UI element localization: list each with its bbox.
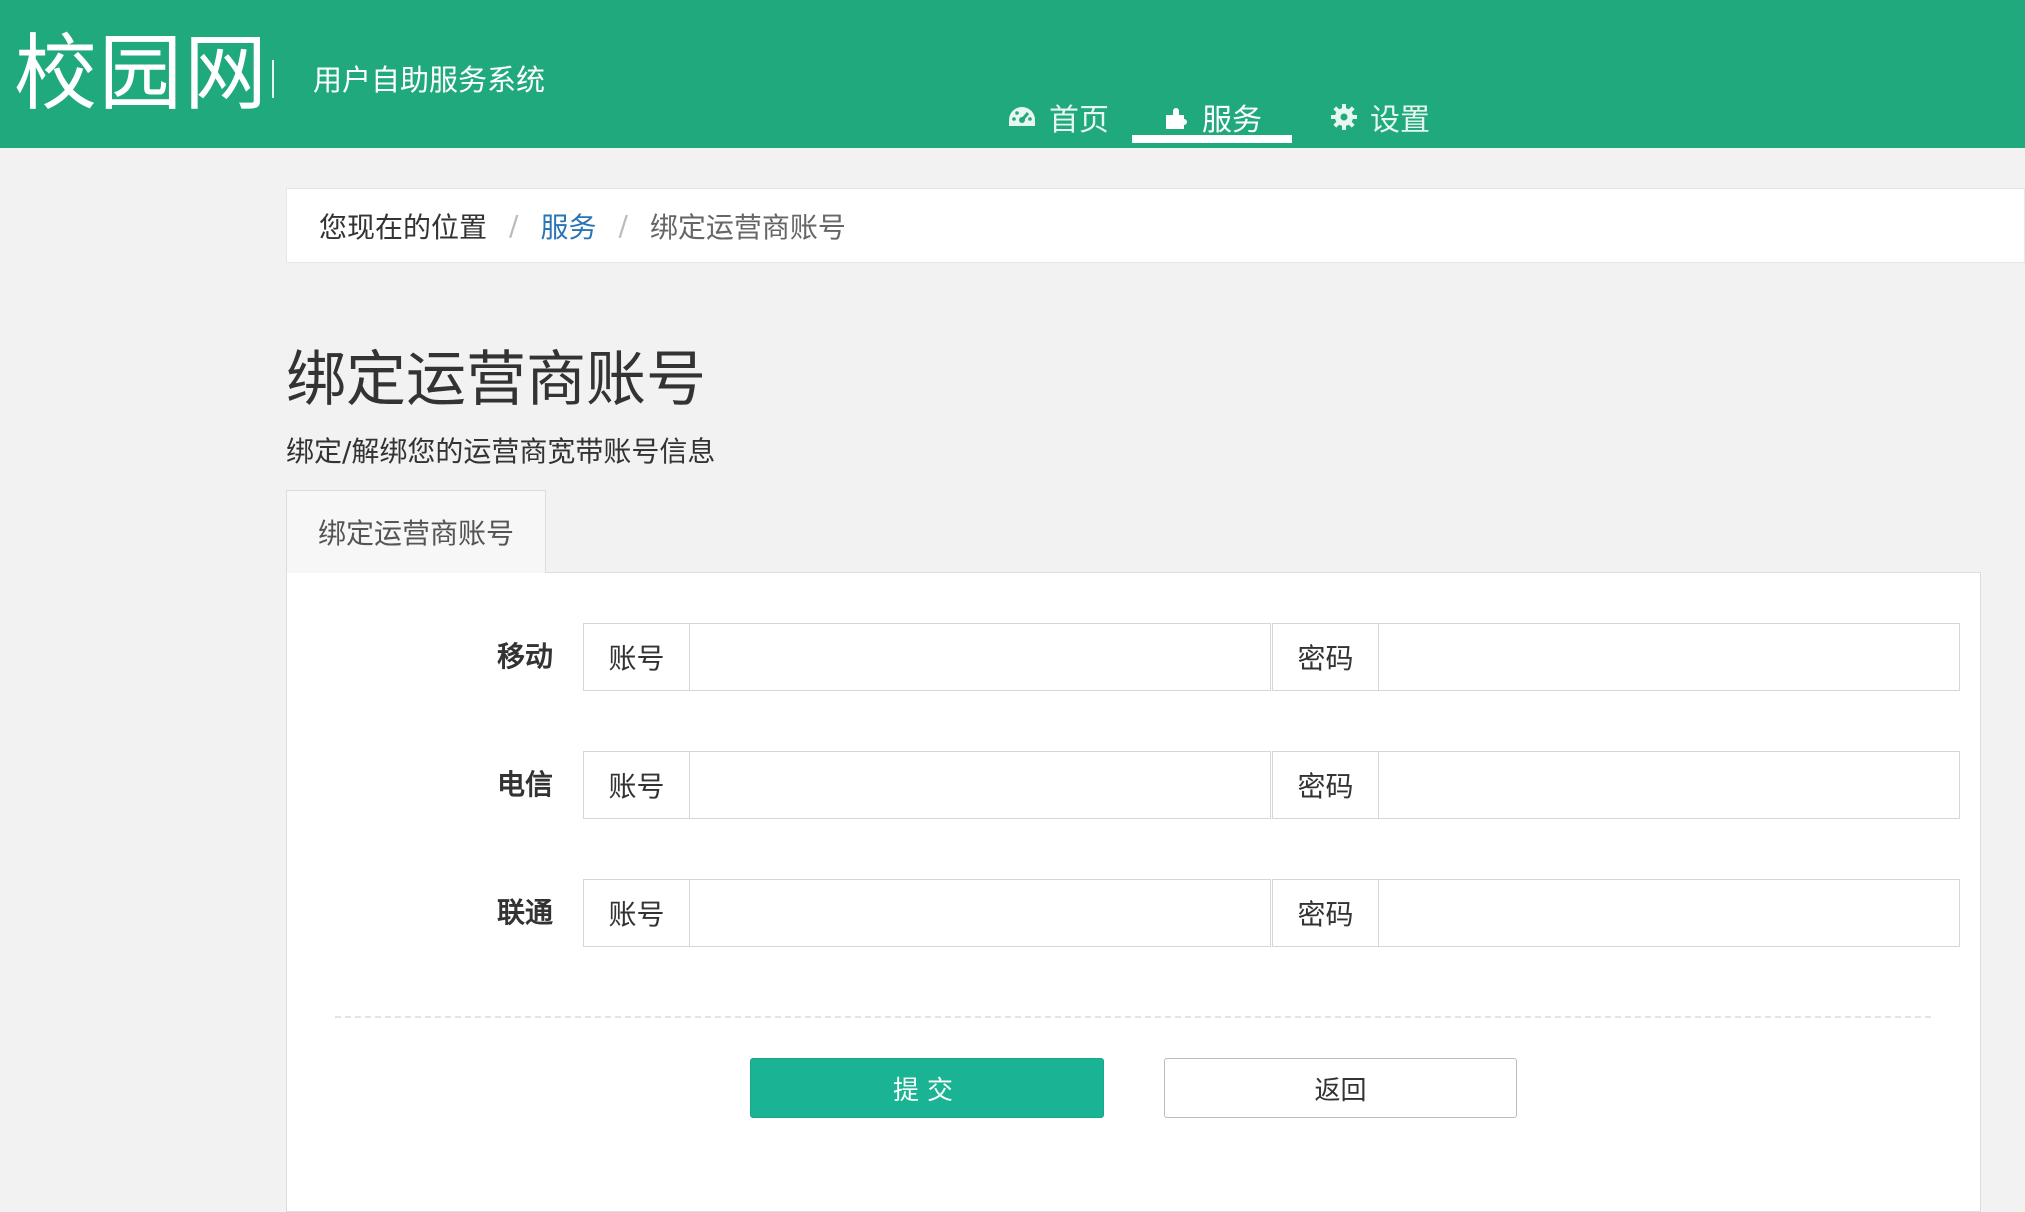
gear-icon: [1330, 103, 1358, 131]
mobile-account-field: 账号: [583, 623, 1271, 691]
site-logo[interactable]: 校园网: [14, 26, 269, 122]
mobile-account-input[interactable]: [690, 624, 1270, 690]
telecom-password-input[interactable]: [1379, 752, 1959, 818]
nav-label-settings: 设置: [1370, 103, 1430, 138]
telecom-account-field: 账号: [583, 751, 1271, 819]
unicom-password-input[interactable]: [1379, 880, 1959, 946]
top-header: 校园网 用户自助服务系统 首页 服务 设置: [0, 0, 2025, 148]
nav-item-home[interactable]: 首页: [1003, 90, 1113, 144]
unicom-account-field: 账号: [583, 879, 1271, 947]
nav-item-settings[interactable]: 设置: [1325, 90, 1435, 144]
breadcrumb-prefix: 您现在的位置: [319, 210, 488, 244]
telecom-account-input[interactable]: [690, 752, 1270, 818]
form-panel: 移动 账号 密码 电信 账号 密码 联通 账号 密码 提交 返回: [286, 572, 1981, 1212]
breadcrumb: 您现在的位置 / 服务 / 绑定运营商账号: [286, 188, 2025, 263]
mobile-password-field: 密码: [1272, 623, 1960, 691]
unicom-account-input[interactable]: [690, 880, 1270, 946]
dashboard-icon: [1007, 104, 1037, 130]
puzzle-icon: [1162, 103, 1190, 131]
breadcrumb-separator: /: [509, 209, 519, 242]
tab-bind-isp-account[interactable]: 绑定运营商账号: [286, 490, 546, 573]
form-divider: [335, 1016, 1931, 1018]
mobile-password-input[interactable]: [1379, 624, 1959, 690]
submit-button[interactable]: 提交: [750, 1058, 1104, 1118]
password-addon: 密码: [1273, 880, 1379, 946]
account-addon: 账号: [584, 624, 690, 690]
breadcrumb-current: 绑定运营商账号: [649, 210, 846, 244]
page-description: 绑定/解绑您的运营商宽带账号信息: [286, 435, 716, 468]
row-label-mobile: 移动: [496, 640, 553, 673]
back-button[interactable]: 返回: [1164, 1058, 1517, 1118]
row-label-unicom: 联通: [496, 896, 553, 929]
logo-divider: [272, 60, 274, 98]
password-addon: 密码: [1273, 624, 1379, 690]
system-subtitle: 用户自助服务系统: [313, 63, 546, 97]
telecom-password-field: 密码: [1272, 751, 1960, 819]
page-title: 绑定运营商账号: [286, 345, 706, 415]
unicom-password-field: 密码: [1272, 879, 1960, 947]
password-addon: 密码: [1273, 752, 1379, 818]
nav-label-service: 服务: [1202, 103, 1262, 138]
account-addon: 账号: [584, 752, 690, 818]
row-label-telecom: 电信: [496, 768, 553, 801]
nav-label-home: 首页: [1049, 103, 1109, 138]
active-nav-indicator: [1132, 135, 1292, 143]
breadcrumb-separator: /: [618, 209, 628, 242]
breadcrumb-link-service[interactable]: 服务: [540, 206, 596, 246]
account-addon: 账号: [584, 880, 690, 946]
